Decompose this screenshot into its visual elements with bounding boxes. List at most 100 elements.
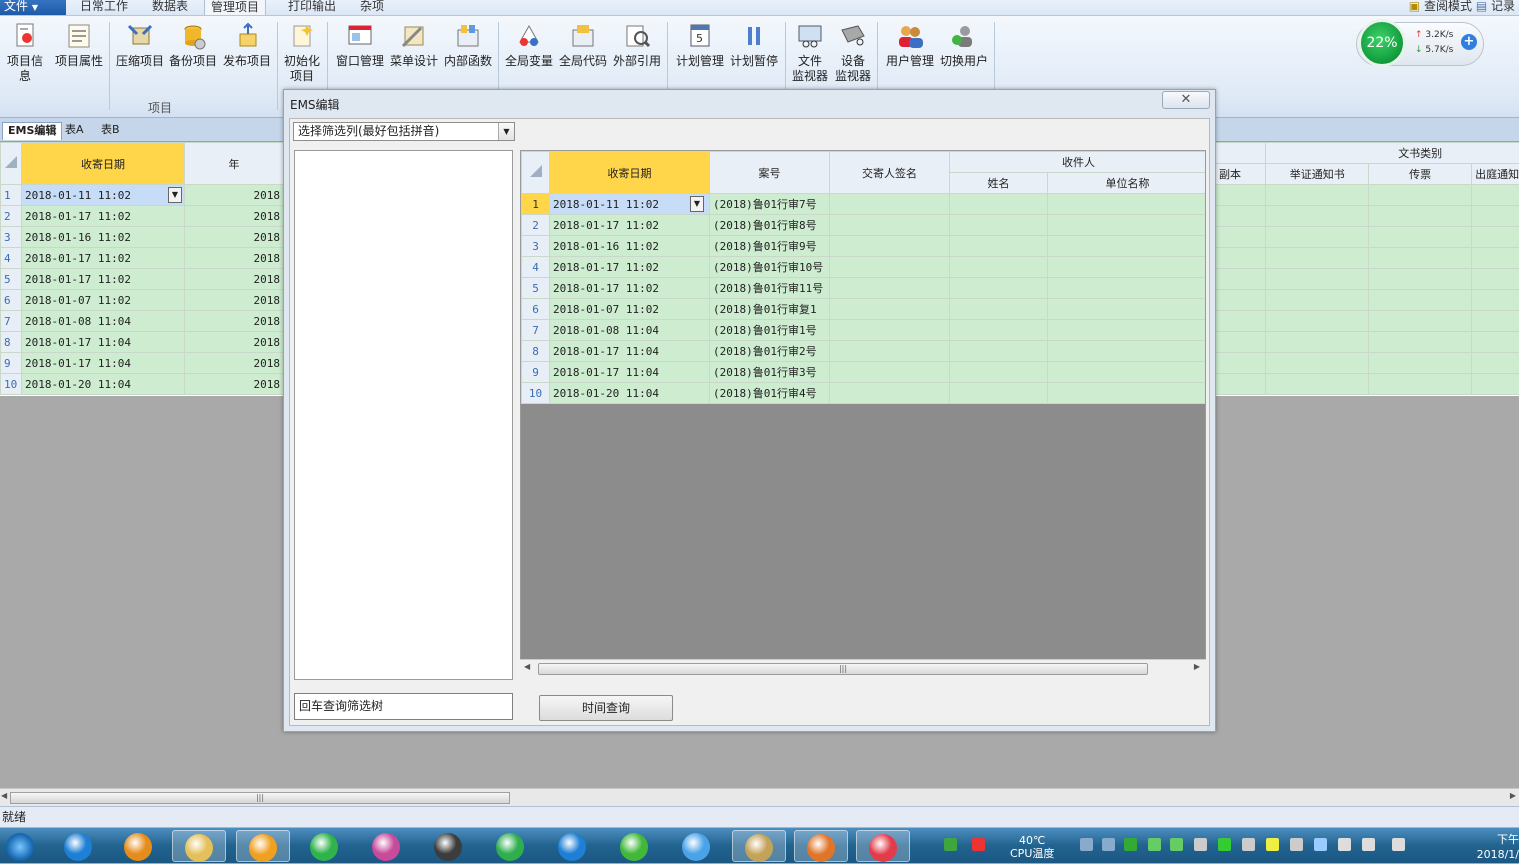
taskbar-app-button[interactable]: [360, 830, 414, 862]
table-cell[interactable]: [1216, 185, 1266, 206]
table-row[interactable]: 102018-01-20 11:04(2018)鲁01行审4号: [522, 383, 1207, 404]
main-horizontal-scrollbar[interactable]: ◀ ||| ▶: [0, 788, 1519, 806]
row-number[interactable]: 7: [522, 320, 550, 341]
file-menu-button[interactable]: 文件 ▼: [0, 0, 66, 15]
taskbar-app-button[interactable]: [856, 830, 910, 862]
global-code-button[interactable]: 全局代码: [557, 22, 609, 69]
row-number[interactable]: 8: [522, 341, 550, 362]
cell-date[interactable]: 2018-01-17 11:02: [22, 206, 185, 227]
project-info-button[interactable]: 项目信息: [2, 22, 48, 84]
tray-icon[interactable]: [1102, 838, 1115, 851]
tray-icon[interactable]: [1362, 838, 1375, 851]
row-number[interactable]: 4: [1, 248, 22, 269]
cell-name[interactable]: [950, 236, 1048, 257]
row-number[interactable]: 7: [1, 311, 22, 332]
table-cell[interactable]: [1369, 206, 1472, 227]
table-cell[interactable]: [1266, 227, 1369, 248]
table-cell[interactable]: [1472, 248, 1519, 269]
column-header-evidence-notice[interactable]: 举证通知书: [1266, 164, 1369, 185]
cell-date[interactable]: 2018-01-17 11:02: [550, 278, 710, 299]
column-group-doc-type[interactable]: 文书类别: [1266, 143, 1519, 164]
cell-date[interactable]: 2018-01-16 11:02: [550, 236, 710, 257]
table-cell[interactable]: [1369, 290, 1472, 311]
table-cell[interactable]: [1369, 269, 1472, 290]
publish-project-button[interactable]: 发布项目: [222, 22, 272, 69]
plus-icon[interactable]: +: [1461, 34, 1477, 50]
table-row[interactable]: [1216, 269, 1519, 290]
column-header-date[interactable]: 收寄日期: [22, 143, 185, 185]
column-header-case-no[interactable]: 案号: [710, 152, 830, 194]
table-row[interactable]: 22018-01-17 11:02(2018)鲁01行审8号: [522, 215, 1207, 236]
table-row[interactable]: [1216, 374, 1519, 395]
cell-date[interactable]: 2018-01-17 11:04: [22, 332, 185, 353]
cell-date[interactable]: 2018-01-07 11:02: [550, 299, 710, 320]
column-header-sender-sign[interactable]: 交寄人签名: [830, 152, 950, 194]
close-button[interactable]: ✕: [1162, 91, 1210, 109]
cell-year[interactable]: 2018: [185, 332, 284, 353]
table-row[interactable]: 42018-01-17 11:02(2018)鲁01行审10号: [522, 257, 1207, 278]
filter-column-select[interactable]: 选择筛选列(最好包括拼音) ▼: [293, 122, 515, 141]
scroll-left-icon[interactable]: ◀: [1, 791, 7, 800]
table-row[interactable]: [1216, 353, 1519, 374]
menu-design-button[interactable]: 菜单设计: [388, 22, 440, 69]
table-row[interactable]: [1216, 290, 1519, 311]
cell-date[interactable]: 2018-01-17 11:02: [550, 215, 710, 236]
cell-name[interactable]: [950, 341, 1048, 362]
cell-sender-sign[interactable]: [830, 320, 950, 341]
user-manage-button[interactable]: 用户管理: [883, 22, 937, 69]
tab-ems-edit[interactable]: EMS编辑: [2, 122, 62, 140]
table-row[interactable]: 102018-01-20 11:042018: [1, 374, 284, 395]
cell-case-no[interactable]: (2018)鲁01行审7号: [710, 194, 830, 215]
table-cell[interactable]: [1216, 227, 1266, 248]
chevron-down-icon[interactable]: ▼: [690, 196, 704, 212]
clock[interactable]: 下午2018/1/: [1470, 832, 1519, 862]
record-link[interactable]: 记录: [1491, 0, 1515, 13]
tray-icon[interactable]: [1242, 838, 1255, 851]
tray-icon[interactable]: [1080, 838, 1093, 851]
table-cell[interactable]: [1472, 269, 1519, 290]
cell-date[interactable]: 2018-01-20 11:04: [22, 374, 185, 395]
column-header-copy[interactable]: 副本: [1216, 164, 1266, 185]
row-number[interactable]: 9: [1, 353, 22, 374]
cell-case-no[interactable]: (2018)鲁01行审4号: [710, 383, 830, 404]
table-row[interactable]: [1216, 248, 1519, 269]
window-manage-button[interactable]: 窗口管理: [334, 22, 386, 69]
tray-icon[interactable]: [1314, 838, 1327, 851]
table-row[interactable]: 62018-01-07 11:02(2018)鲁01行审复1: [522, 299, 1207, 320]
table-cell[interactable]: [1472, 332, 1519, 353]
table-row[interactable]: 92018-01-17 11:042018: [1, 353, 284, 374]
table-cell[interactable]: [1369, 248, 1472, 269]
filter-tree-search-input[interactable]: 回车查询筛选树: [294, 693, 513, 720]
project-properties-button[interactable]: 项目属性: [54, 22, 104, 69]
tray-icon[interactable]: [1266, 838, 1279, 851]
cell-unit-name[interactable]: [1048, 278, 1207, 299]
tray-icon[interactable]: [1124, 838, 1137, 851]
cell-date[interactable]: 2018-01-20 11:04: [550, 383, 710, 404]
row-number[interactable]: 6: [522, 299, 550, 320]
cell-unit-name[interactable]: [1048, 362, 1207, 383]
cell-case-no[interactable]: (2018)鲁01行审复1: [710, 299, 830, 320]
cell-case-no[interactable]: (2018)鲁01行审9号: [710, 236, 830, 257]
cell-case-no[interactable]: (2018)鲁01行审11号: [710, 278, 830, 299]
table-cell[interactable]: [1369, 332, 1472, 353]
row-number[interactable]: 6: [1, 290, 22, 311]
taskbar-app-button[interactable]: [236, 830, 290, 862]
cell-sender-sign[interactable]: [830, 194, 950, 215]
schedule-manage-button[interactable]: 5 计划管理: [674, 22, 726, 69]
table-row[interactable]: 42018-01-17 11:022018: [1, 248, 284, 269]
cell-year[interactable]: 2018: [185, 185, 284, 206]
row-number[interactable]: 3: [1, 227, 22, 248]
cell-year[interactable]: 2018: [185, 269, 284, 290]
external-reference-button[interactable]: 外部引用: [611, 22, 663, 69]
row-number[interactable]: 2: [1, 206, 22, 227]
table-cell[interactable]: [1472, 290, 1519, 311]
table-cell[interactable]: [1216, 332, 1266, 353]
column-header-year[interactable]: 年: [185, 143, 284, 185]
cell-date[interactable]: 2018-01-17 11:04: [550, 362, 710, 383]
row-number[interactable]: 1: [522, 194, 550, 215]
tray-icon[interactable]: [972, 838, 985, 851]
cell-name[interactable]: [950, 215, 1048, 236]
cell-date[interactable]: 2018-01-11 11:02: [22, 185, 185, 206]
cell-date[interactable]: 2018-01-11 11:02: [550, 194, 710, 215]
table-row[interactable]: 62018-01-07 11:022018: [1, 290, 284, 311]
